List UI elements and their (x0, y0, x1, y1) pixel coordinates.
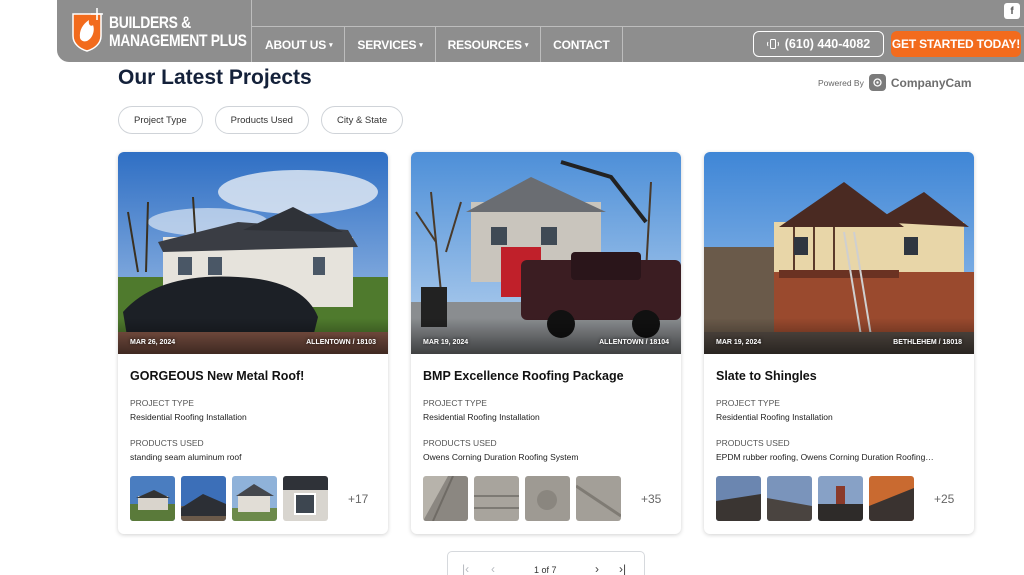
nav-about-us[interactable]: ABOUT US ▾ (253, 27, 346, 62)
more-photos-count[interactable]: +17 (348, 492, 368, 506)
nav-services-label: SERVICES (357, 37, 417, 52)
photo-thumbnail[interactable] (525, 476, 570, 521)
pagination: |‹ ‹ 1 of 7 › ›| (447, 551, 645, 575)
photo-location: BETHLEHEM / 18018 (893, 339, 962, 346)
nav-contact-label: CONTACT (553, 37, 610, 52)
project-title[interactable]: GORGEOUS New Metal Roof! (130, 369, 376, 383)
thumbnail-strip: +25 (716, 476, 954, 521)
project-card: MAR 19, 2024 ALLENTOWN / 18104 BMP Excel… (411, 152, 681, 534)
companycam-name: CompanyCam (890, 75, 972, 90)
site-header: BUILDERS & MANAGEMENT PLUS ABOUT US ▾ SE… (57, 0, 1024, 62)
card-body: GORGEOUS New Metal Roof! PROJECT TYPE Re… (118, 354, 388, 462)
filter-city-state[interactable]: City & State (320, 106, 404, 134)
project-type-value: Residential Roofing Installation (130, 412, 247, 422)
products-used-value: EPDM rubber roofing, Owens Corning Durat… (716, 452, 934, 462)
first-page-button[interactable]: |‹ (462, 562, 469, 575)
products-used-label: PRODUCTS USED (716, 438, 790, 448)
photo-thumbnail[interactable] (576, 476, 621, 521)
products-used-value: Owens Corning Duration Roofing System (423, 452, 579, 462)
powered-by-label: Powered By (818, 77, 864, 88)
chevron-down-icon: ▾ (419, 41, 423, 49)
photo-thumbnail[interactable] (869, 476, 914, 521)
phone-icon (766, 39, 779, 49)
chevron-down-icon: ▾ (524, 41, 529, 49)
page-indicator: 1 of 7 (534, 565, 557, 575)
project-type-label: PROJECT TYPE (130, 398, 194, 408)
section-title: Our Latest Projects (118, 66, 312, 89)
photo-thumbnail[interactable] (474, 476, 519, 521)
products-used-label: PRODUCTS USED (423, 438, 497, 448)
project-photo[interactable]: MAR 26, 2024 ALLENTOWN / 18103 (118, 152, 388, 354)
photo-thumbnail[interactable] (423, 476, 468, 521)
photo-overlay (118, 318, 388, 354)
photo-date: MAR 19, 2024 (423, 339, 469, 346)
nav-contact[interactable]: CONTACT (541, 27, 623, 62)
powered-by[interactable]: Powered By CompanyCam (818, 74, 972, 91)
card-body: Slate to Shingles PROJECT TYPE Residenti… (704, 354, 974, 462)
products-used-value: standing seam aluminum roof (130, 452, 242, 462)
logo-shield-icon (72, 8, 103, 52)
prev-page-button[interactable]: ‹ (491, 562, 495, 575)
filter-products-used[interactable]: Products Used (214, 106, 309, 134)
logo-line-2: MANAGEMENT PLUS (109, 31, 247, 50)
last-page-button[interactable]: ›| (619, 562, 626, 575)
more-photos-count[interactable]: +35 (641, 492, 661, 506)
next-page-button[interactable]: › (595, 562, 599, 575)
photo-overlay (704, 318, 974, 354)
project-card: MAR 19, 2024 BETHLEHEM / 18018 Slate to … (704, 152, 974, 534)
photo-date: MAR 26, 2024 (130, 339, 176, 346)
photo-location: ALLENTOWN / 18104 (599, 339, 669, 346)
project-title[interactable]: Slate to Shingles (716, 369, 962, 383)
facebook-icon[interactable]: f (1004, 3, 1020, 19)
get-started-button[interactable]: GET STARTED TODAY! (891, 31, 1021, 57)
photo-overlay (411, 318, 681, 354)
thumbnail-strip: +17 (130, 476, 368, 521)
project-photo[interactable]: MAR 19, 2024 ALLENTOWN / 18104 (411, 152, 681, 354)
photo-location: ALLENTOWN / 18103 (306, 339, 376, 346)
more-photos-count[interactable]: +25 (934, 492, 954, 506)
nav-services[interactable]: SERVICES ▾ (345, 27, 436, 62)
project-card: MAR 26, 2024 ALLENTOWN / 18103 GORGEOUS … (118, 152, 388, 534)
photo-thumbnail[interactable] (818, 476, 863, 521)
project-photo[interactable]: MAR 19, 2024 BETHLEHEM / 18018 (704, 152, 974, 354)
phone-number: (610) 440-4082 (784, 37, 871, 51)
phone-button[interactable]: (610) 440-4082 (753, 31, 884, 57)
project-type-value: Residential Roofing Installation (716, 412, 833, 422)
photo-thumbnail[interactable] (130, 476, 175, 521)
project-title[interactable]: BMP Excellence Roofing Package (423, 369, 669, 383)
project-type-value: Residential Roofing Installation (423, 412, 540, 422)
nav-resources-label: RESOURCES (447, 37, 522, 52)
photo-thumbnail[interactable] (767, 476, 812, 521)
logo-text: BUILDERS & MANAGEMENT PLUS (109, 14, 247, 50)
companycam-camera-icon (868, 74, 886, 91)
project-type-label: PROJECT TYPE (716, 398, 780, 408)
thumbnail-strip: +35 (423, 476, 661, 521)
photo-date: MAR 19, 2024 (716, 339, 762, 346)
logo-line-1: BUILDERS & (109, 13, 191, 32)
project-type-label: PROJECT TYPE (423, 398, 487, 408)
project-cards: MAR 26, 2024 ALLENTOWN / 18103 GORGEOUS … (118, 152, 974, 534)
photo-thumbnail[interactable] (716, 476, 761, 521)
filter-bar: Project Type Products Used City & State (118, 106, 404, 134)
nav-about-us-label: ABOUT US (265, 37, 327, 52)
card-body: BMP Excellence Roofing Package PROJECT T… (411, 354, 681, 462)
main-nav: ABOUT US ▾ SERVICES ▾ RESOURCES ▾ CONTAC… (253, 27, 623, 62)
nav-resources[interactable]: RESOURCES ▾ (436, 27, 542, 62)
chevron-down-icon: ▾ (329, 41, 333, 49)
products-used-label: PRODUCTS USED (130, 438, 204, 448)
site-logo[interactable]: BUILDERS & MANAGEMENT PLUS (69, 8, 277, 52)
filter-project-type[interactable]: Project Type (118, 106, 203, 134)
photo-thumbnail[interactable] (232, 476, 277, 521)
photo-thumbnail[interactable] (283, 476, 328, 521)
photo-thumbnail[interactable] (181, 476, 226, 521)
